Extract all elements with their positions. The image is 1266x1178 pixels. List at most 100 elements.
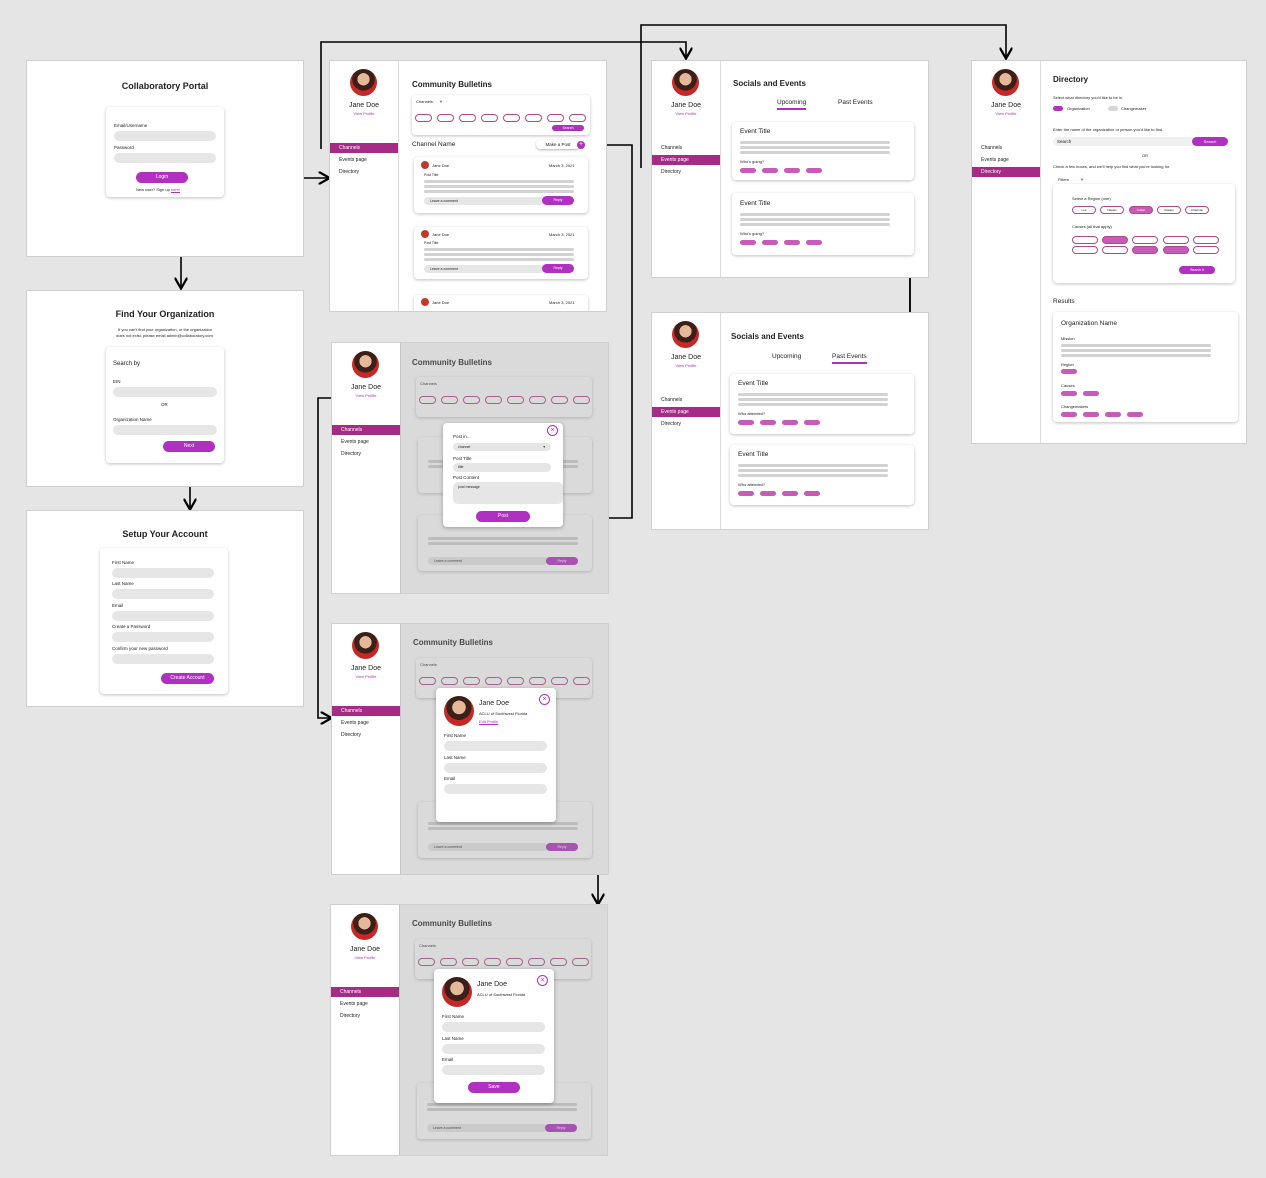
view-profile-link[interactable]: View Profile: [972, 111, 1040, 116]
tab-past-events[interactable]: Past Events: [838, 99, 873, 106]
close-icon[interactable]: ×: [537, 975, 548, 986]
toggle-organization[interactable]: [1053, 106, 1063, 111]
nav-directory[interactable]: Directory: [332, 730, 400, 740]
attendee-pill[interactable]: [760, 491, 776, 496]
region-chip-lee[interactable]: Lee: [1072, 206, 1096, 214]
nav-directory[interactable]: Directory: [332, 449, 400, 459]
view-profile-link[interactable]: View Profile: [332, 393, 400, 398]
channel-chip[interactable]: [503, 114, 520, 122]
channel-chip[interactable]: [481, 114, 498, 122]
attendee-pill[interactable]: [740, 240, 756, 245]
nav-directory[interactable]: Directory: [331, 1011, 399, 1021]
reply-button[interactable]: Reply: [542, 196, 574, 205]
password-field[interactable]: [114, 153, 216, 163]
attendee-pill[interactable]: [782, 420, 798, 425]
channel-chip[interactable]: [525, 114, 542, 122]
cause-chip[interactable]: [1072, 246, 1098, 254]
post-button[interactable]: Post: [476, 511, 530, 522]
close-icon[interactable]: ×: [539, 694, 550, 705]
signup-link[interactable]: here!: [171, 187, 180, 192]
cause-chip[interactable]: [1072, 236, 1098, 244]
login-button[interactable]: Login: [136, 172, 188, 183]
cause-chip[interactable]: [1193, 236, 1219, 244]
region-chip-collier[interactable]: Collier: [1129, 206, 1153, 214]
tab-upcoming[interactable]: Upcoming: [772, 353, 801, 360]
nav-channels[interactable]: Channels: [330, 143, 398, 153]
email-field[interactable]: [112, 611, 214, 621]
close-icon[interactable]: ×: [547, 425, 558, 436]
nav-directory[interactable]: Directory: [652, 419, 720, 429]
nav-directory[interactable]: Directory: [972, 167, 1040, 177]
search-it-button[interactable]: Search it: [1179, 266, 1215, 274]
cause-chip[interactable]: [1193, 246, 1219, 254]
attendee-pill[interactable]: [806, 240, 822, 245]
nav-directory[interactable]: Directory: [330, 167, 398, 177]
nav-channels[interactable]: Channels: [652, 143, 720, 153]
tab-past-events[interactable]: Past Events: [832, 353, 867, 364]
email-field[interactable]: [442, 1065, 545, 1075]
email-field[interactable]: [444, 784, 547, 794]
reply-button[interactable]: Reply: [542, 264, 574, 273]
email-field[interactable]: [114, 131, 216, 141]
nav-events[interactable]: Events page: [332, 718, 400, 728]
plus-icon[interactable]: +: [577, 141, 585, 149]
nav-channels[interactable]: Channels: [331, 987, 399, 997]
org-name-field[interactable]: [113, 425, 217, 435]
nav-channels[interactable]: Channels: [972, 143, 1040, 153]
cause-chip[interactable]: [1163, 246, 1189, 254]
save-button[interactable]: Save: [468, 1082, 520, 1093]
channel-select[interactable]: channel ▼: [453, 443, 551, 451]
region-chip-glades[interactable]: Glades: [1157, 206, 1181, 214]
create-password-field[interactable]: [112, 632, 214, 642]
channel-chip[interactable]: [569, 114, 586, 122]
ein-field[interactable]: [113, 387, 217, 397]
attendee-pill[interactable]: [804, 420, 820, 425]
attendee-pill[interactable]: [782, 491, 798, 496]
cause-chip[interactable]: [1132, 246, 1158, 254]
cause-chip[interactable]: [1102, 246, 1128, 254]
attendee-pill[interactable]: [740, 168, 756, 173]
nav-events[interactable]: Events page: [330, 155, 398, 165]
tab-upcoming[interactable]: Upcoming: [777, 99, 807, 110]
next-button[interactable]: Next: [163, 441, 215, 452]
cause-chip[interactable]: [1163, 236, 1189, 244]
attendee-pill[interactable]: [784, 240, 800, 245]
last-name-field[interactable]: [444, 763, 547, 773]
last-name-field[interactable]: [112, 589, 214, 599]
view-profile-link[interactable]: View Profile: [330, 111, 398, 116]
attendee-pill[interactable]: [806, 168, 822, 173]
first-name-field[interactable]: [112, 568, 214, 578]
channel-chip[interactable]: [547, 114, 564, 122]
nav-directory[interactable]: Directory: [652, 167, 720, 177]
nav-events[interactable]: Events page: [972, 155, 1040, 165]
attendee-pill[interactable]: [738, 420, 754, 425]
nav-channels[interactable]: Channels: [332, 706, 400, 716]
view-profile-link[interactable]: View Profile: [331, 955, 399, 960]
last-name-field[interactable]: [442, 1044, 545, 1054]
attendee-pill[interactable]: [738, 491, 754, 496]
first-name-field[interactable]: [444, 741, 547, 751]
toggle-changemaker[interactable]: [1108, 106, 1118, 111]
attendee-pill[interactable]: [760, 420, 776, 425]
edit-profile-link[interactable]: Edit Profile: [479, 719, 498, 724]
attendee-pill[interactable]: [784, 168, 800, 173]
search-button[interactable]: Search: [552, 125, 584, 131]
region-chip-charlotte[interactable]: Charlotte: [1185, 206, 1209, 214]
channel-chip[interactable]: [437, 114, 454, 122]
post-title-field[interactable]: title: [453, 463, 551, 472]
view-profile-link[interactable]: View Profile: [652, 363, 720, 368]
create-account-button[interactable]: Create Account: [161, 673, 214, 684]
nav-channels[interactable]: Channels: [332, 425, 400, 435]
confirm-password-field[interactable]: [112, 654, 214, 664]
comment-input[interactable]: Leave a comment: [424, 197, 544, 205]
comment-input[interactable]: Leave a comment: [424, 265, 544, 273]
cause-chip[interactable]: [1102, 236, 1128, 244]
post-content-field[interactable]: post message: [453, 482, 563, 504]
nav-events[interactable]: Events page: [652, 155, 720, 165]
attendee-pill[interactable]: [762, 168, 778, 173]
nav-events[interactable]: Events page: [331, 999, 399, 1009]
view-profile-link[interactable]: View Profile: [332, 674, 400, 679]
search-button[interactable]: Search: [1192, 137, 1228, 146]
filters-dropdown[interactable]: Filters: [1058, 177, 1069, 182]
nav-events[interactable]: Events page: [332, 437, 400, 447]
